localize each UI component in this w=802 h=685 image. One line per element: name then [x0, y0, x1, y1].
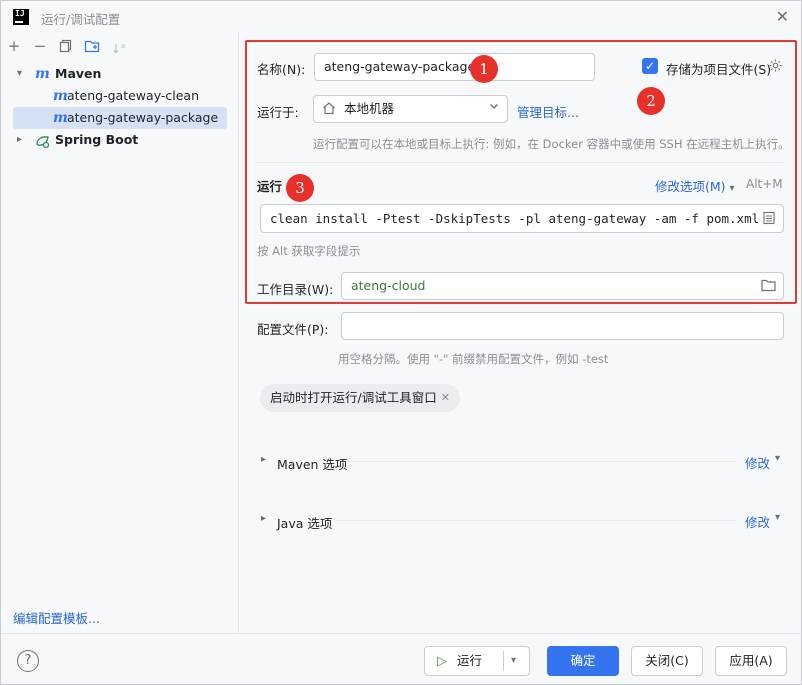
command-line-field[interactable]: clean install -Ptest -DskipTests -pl ate… [260, 204, 784, 233]
chevron-down-icon: ▾ [17, 68, 23, 79]
name-field[interactable]: ateng-gateway-package [314, 53, 595, 81]
chevron-right-icon: ▸ [17, 134, 23, 145]
tree-node-label: Maven [55, 66, 102, 81]
profiles-field[interactable] [341, 312, 784, 340]
store-as-file-checkbox[interactable]: ✓ [642, 58, 658, 74]
chip-label: 启动时打开运行/调试工具窗口 [270, 390, 437, 405]
divider [335, 520, 737, 521]
run-on-dropdown[interactable]: 本地机器 [313, 95, 508, 123]
store-as-file-label: 存储为项目文件(S) [666, 62, 772, 77]
close-icon[interactable]: ✕ [776, 7, 789, 26]
annotation-badge-3: 3 [286, 174, 314, 202]
tree-node-maven[interactable]: ▾ m Maven [15, 63, 235, 85]
window-title: 运行/调试配置 [41, 12, 121, 27]
manage-targets-link[interactable]: 管理目标... [517, 102, 579, 121]
title-bar: IJ 运行/调试配置 ✕ [1, 1, 801, 33]
tree-node-clean[interactable]: m ateng-gateway-clean [15, 85, 227, 107]
maven-config-icon: m [53, 88, 68, 104]
open-tool-window-chip[interactable]: 启动时打开运行/调试工具窗口 ✕ [260, 384, 460, 412]
tree-toolbar: + − ↓a [1, 35, 239, 59]
annotation-badge-2: 2 [637, 87, 665, 115]
chevron-down-icon [488, 100, 500, 115]
play-icon: ▷ [437, 654, 447, 669]
run-on-value: 本地机器 [344, 101, 395, 116]
help-icon[interactable]: ? [17, 650, 39, 672]
profiles-label: 配置文件(P): [257, 322, 329, 337]
maven-modify-link[interactable]: 修改 [745, 453, 770, 472]
chevron-right-icon[interactable]: ▸ [261, 513, 266, 524]
app-icon-text: IJ [15, 9, 25, 18]
home-icon [322, 101, 336, 118]
alt-hint: 按 Alt 获取字段提示 [257, 244, 361, 258]
folder-icon[interactable] [761, 279, 776, 295]
tree-node-package[interactable]: m ateng-gateway-package [13, 107, 227, 129]
sort-icon[interactable]: ↓a [109, 37, 127, 56]
tree-node-label: Spring Boot [55, 132, 139, 147]
new-folder-icon[interactable] [83, 37, 101, 55]
edit-templates-link[interactable]: 编辑配置模板... [13, 608, 100, 627]
divider [347, 461, 737, 462]
run-debug-config-dialog: IJ 运行/调试配置 ✕ + − ↓a ▾ m Maven m ateng-ga… [0, 0, 802, 685]
chevron-down-icon: ▾ [729, 183, 735, 194]
run-button-label: 运行 [456, 653, 482, 668]
tree-node-spring-boot[interactable]: ▸ Spring Boot [15, 129, 235, 151]
maven-options-label[interactable]: Maven 选项 [277, 454, 347, 473]
run-on-hint: 运行配置可以在本地或目标上执行: 例如，在 Docker 容器中或使用 SSH … [313, 137, 790, 151]
close-button[interactable]: 关闭(C) [631, 646, 703, 676]
spring-boot-icon [35, 133, 51, 155]
workdir-field[interactable]: ateng-cloud [341, 272, 784, 300]
run-on-label: 运行于: [257, 105, 299, 120]
maven-icon: m [35, 66, 50, 82]
run-section-title: 运行 [257, 179, 283, 194]
remove-icon[interactable]: − [31, 37, 49, 55]
dialog-button-bar: ? ▷ 运行 ▾ 确定 关闭(C) 应用(A) [1, 633, 801, 685]
tree-node-label: ateng-gateway-package [67, 110, 219, 125]
java-modify-link[interactable]: 修改 [745, 512, 770, 531]
tree-node-label: ateng-gateway-clean [67, 88, 199, 103]
run-button[interactable]: ▷ 运行 ▾ [424, 646, 530, 676]
expand-field-icon[interactable] [762, 211, 776, 228]
add-icon[interactable]: + [5, 37, 23, 55]
divider [257, 162, 783, 163]
java-options-label[interactable]: Java 选项 [277, 513, 332, 532]
annotation-badge-1: 1 [470, 55, 498, 83]
maven-config-icon: m [53, 110, 68, 126]
config-tree-panel: + − ↓a ▾ m Maven m ateng-gateway-clean m [1, 33, 239, 633]
modify-options-shortcut: Alt+M [746, 177, 783, 191]
modify-options-label: 修改选项(M) [655, 179, 726, 194]
modify-options-link[interactable]: 修改选项(M) ▾ [655, 176, 735, 195]
chevron-down-icon: ▾ [775, 512, 781, 523]
apply-button[interactable]: 应用(A) [715, 646, 787, 676]
name-label: 名称(N): [257, 62, 306, 77]
chevron-right-icon[interactable]: ▸ [261, 454, 266, 465]
chevron-down-icon[interactable]: ▾ [511, 647, 516, 675]
profiles-hint: 用空格分隔。使用 "-" 前缀禁用配置文件，例如 -test [338, 352, 609, 366]
ok-button[interactable]: 确定 [547, 646, 619, 676]
copy-icon[interactable] [57, 37, 75, 55]
gear-icon[interactable] [768, 58, 783, 76]
intellij-app-icon: IJ [13, 9, 29, 25]
close-icon[interactable]: ✕ [441, 384, 450, 412]
workdir-label: 工作目录(W): [257, 282, 334, 297]
chevron-down-icon: ▾ [775, 453, 781, 464]
